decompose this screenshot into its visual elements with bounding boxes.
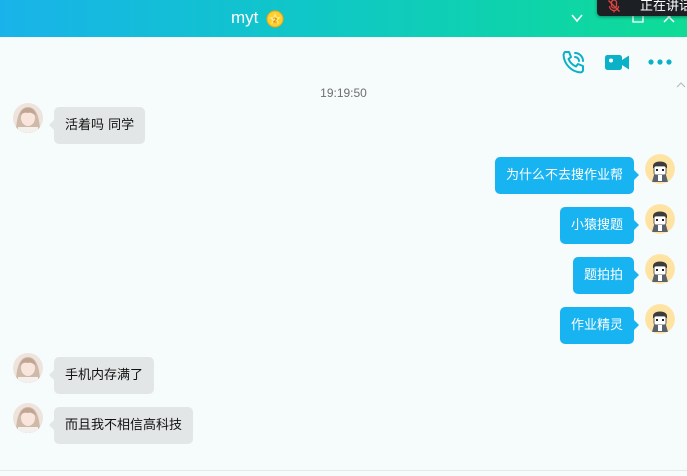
message-bubble-incoming[interactable]: 手机内存满了 bbox=[48, 357, 155, 394]
contact-avatar[interactable] bbox=[13, 103, 43, 133]
self-avatar[interactable] bbox=[645, 254, 675, 284]
contact-avatar[interactable] bbox=[13, 403, 43, 433]
message-bubble-outgoing[interactable]: 小猿搜题 bbox=[559, 207, 640, 244]
message-bubble-outgoing[interactable]: 为什么不去搜作业帮 bbox=[494, 157, 640, 194]
chat-title: myt bbox=[231, 8, 259, 27]
self-avatar[interactable] bbox=[645, 204, 675, 234]
more-icon[interactable] bbox=[646, 49, 674, 75]
message-bubble-incoming[interactable]: 活着吗 同学 bbox=[48, 107, 146, 144]
self-avatar-image bbox=[645, 154, 675, 184]
message-bubble-outgoing[interactable]: 题拍拍 bbox=[572, 257, 640, 294]
self-avatar[interactable] bbox=[645, 154, 675, 184]
message-timestamp: 19:19:50 bbox=[320, 86, 367, 100]
chat-window: myt 2 正在讲话 19:19:50 活着吗 同学 为什么不去搜作业帮 小猿搜… bbox=[0, 0, 687, 476]
contact-avatar-image bbox=[13, 103, 43, 133]
chevron-down-icon[interactable] bbox=[570, 11, 584, 25]
input-divider bbox=[0, 470, 687, 471]
speaking-indicator: 正在讲话 bbox=[597, 0, 687, 16]
self-avatar-image bbox=[645, 254, 675, 284]
title-bar: myt 2 bbox=[0, 0, 687, 37]
svg-text:2: 2 bbox=[273, 17, 278, 25]
vip-badge-icon: 2 bbox=[266, 10, 284, 28]
message-bubble-outgoing[interactable]: 作业精灵 bbox=[559, 307, 640, 344]
voice-call-icon[interactable] bbox=[559, 49, 587, 75]
self-avatar-image bbox=[645, 204, 675, 234]
mic-off-icon[interactable] bbox=[607, 0, 621, 13]
message-bubble-incoming[interactable]: 而且我不相信高科技 bbox=[48, 407, 194, 444]
speaking-label: 正在讲话 bbox=[640, 0, 687, 14]
self-avatar-image bbox=[645, 304, 675, 334]
self-avatar[interactable] bbox=[645, 304, 675, 334]
contact-avatar-image bbox=[13, 403, 43, 433]
contact-avatar[interactable] bbox=[13, 353, 43, 383]
video-call-icon[interactable] bbox=[603, 49, 631, 75]
contact-avatar-image bbox=[13, 353, 43, 383]
